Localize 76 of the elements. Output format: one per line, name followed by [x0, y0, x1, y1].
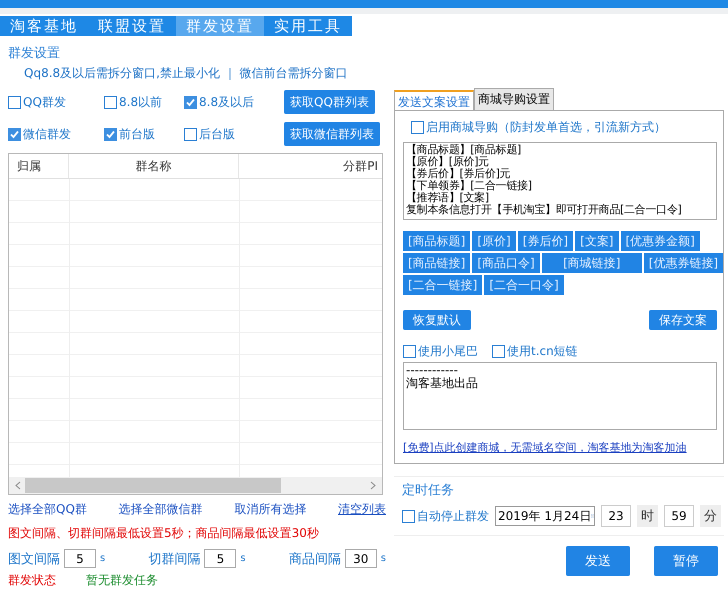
status-value: 暂无群发任务: [86, 572, 158, 589]
pause-button[interactable]: 暂停: [654, 546, 718, 576]
tag-button[interactable]: [优惠券链接]: [644, 253, 724, 273]
scroll-left-icon[interactable]: [15, 481, 21, 490]
nav-tab[interactable]: 联盟设置: [88, 16, 176, 36]
promo-link[interactable]: [免费]点此创建商城，无需域名空间，淘客基地为淘客加油: [403, 440, 717, 455]
link[interactable]: 选择全部QQ群: [8, 501, 87, 518]
interval-field[interactable]: 5: [64, 549, 96, 568]
scrollbar-thumb[interactable]: [25, 478, 281, 493]
checkbox[interactable]: [104, 128, 117, 140]
checkbox-label: 8.8及以后: [199, 94, 254, 110]
checkbox-label: QQ群发: [23, 94, 66, 110]
save-button[interactable]: 保存文案: [649, 310, 717, 330]
fetch-list-button[interactable]: 获取微信群列表: [284, 122, 380, 146]
minute-field[interactable]: 59: [664, 505, 694, 527]
interval-field[interactable]: 30: [344, 549, 377, 568]
checkbox[interactable]: [8, 128, 21, 140]
checkbox-label: 启用商城导购（防封发单首选，引流新方式）: [426, 119, 666, 136]
section-title: 群发设置: [8, 45, 61, 62]
interval-label: 商品间隔: [288, 550, 341, 568]
restore-default-button[interactable]: 恢复默认: [403, 310, 471, 330]
send-button[interactable]: 发送: [566, 546, 630, 576]
tag-button[interactable]: [文案]: [575, 231, 618, 251]
checkbox[interactable]: [184, 96, 197, 108]
status-label: 群发状态: [8, 572, 56, 589]
checkbox-label: 微信群发: [23, 126, 71, 142]
tag-button[interactable]: [商城链接]: [542, 253, 642, 273]
checkbox-label: 后台版: [199, 126, 235, 142]
link[interactable]: 取消所有选择: [234, 501, 306, 518]
interval-label: 图文间隔: [8, 550, 60, 568]
nav-tab[interactable]: 淘客基地: [0, 16, 88, 36]
checkbox-label: 使用小尾巴: [418, 343, 478, 360]
tag-button[interactable]: [优惠券金额]: [620, 231, 700, 251]
checkbox-label: 使用t.cn短链: [507, 343, 578, 360]
tag-button[interactable]: [原价]: [472, 231, 516, 251]
checkbox[interactable]: [8, 96, 21, 108]
scroll-right-icon[interactable]: [370, 481, 376, 490]
interval-label: 切群间隔: [148, 550, 200, 568]
checkbox[interactable]: [184, 128, 197, 140]
interval-field[interactable]: 5: [204, 549, 236, 568]
tag-button[interactable]: [券后价]: [518, 231, 574, 251]
checkbox-label: 前台版: [119, 126, 155, 142]
checkbox[interactable]: [411, 121, 424, 134]
unit-label: 时: [637, 505, 658, 527]
tail-text-area[interactable]: ------------ 淘客基地出品: [403, 362, 717, 430]
link[interactable]: 清空列表: [338, 501, 386, 518]
checkbox[interactable]: [492, 345, 505, 358]
checkbox-label: 自动停止群发: [417, 508, 489, 524]
column-header: 分群PI: [342, 158, 379, 174]
unit-label: s: [240, 553, 246, 564]
schedule-title: 定时任务: [402, 482, 455, 499]
unit-label: 分: [700, 505, 721, 527]
nav-tab[interactable]: 实用工具: [264, 16, 352, 36]
column-header: 群名称: [69, 154, 239, 178]
tag-button[interactable]: [商品链接]: [403, 253, 470, 273]
warning-text: 图文间隔、切群间隔最低设置5秒；商品间隔最低设置30秒: [8, 525, 320, 542]
tag-button[interactable]: [二合一口令]: [484, 275, 564, 295]
tag-button[interactable]: [二合一链接]: [403, 275, 482, 295]
checkbox[interactable]: [403, 345, 416, 358]
checkbox-label: 8.8以前: [119, 94, 162, 110]
link[interactable]: 选择全部微信群: [118, 501, 203, 518]
column-header: 归属: [9, 154, 69, 178]
unit-label: s: [100, 553, 106, 564]
nav-tab[interactable]: 群发设置: [176, 16, 264, 36]
tag-button[interactable]: [商品标题]: [403, 231, 470, 251]
settings-tab[interactable]: 发送文案设置: [394, 90, 474, 110]
tag-button[interactable]: [商品口令]: [472, 253, 540, 273]
notice-text: Qq8.8及以后需拆分窗口,禁止最小化 ｜ 微信前台需拆分窗口: [23, 65, 349, 82]
date-picker[interactable]: 2019年 1月24日: [495, 506, 595, 526]
settings-tab[interactable]: 商城导购设置: [474, 88, 554, 110]
hour-field[interactable]: 23: [601, 505, 631, 527]
unit-label: s: [380, 553, 386, 564]
fetch-list-button[interactable]: 获取QQ群列表: [284, 90, 375, 114]
checkbox[interactable]: [402, 510, 415, 522]
template-text-area[interactable]: 【商品标题】[商品标题] 【原价】[原价]元 【券后价】[券后价]元 【下单领券】[二合一链接] 【推荐语】[文案] 复制本条信息打开【手机淘宝】即可打开商品[二合一口令]: [403, 142, 717, 220]
checkbox[interactable]: [104, 96, 117, 108]
